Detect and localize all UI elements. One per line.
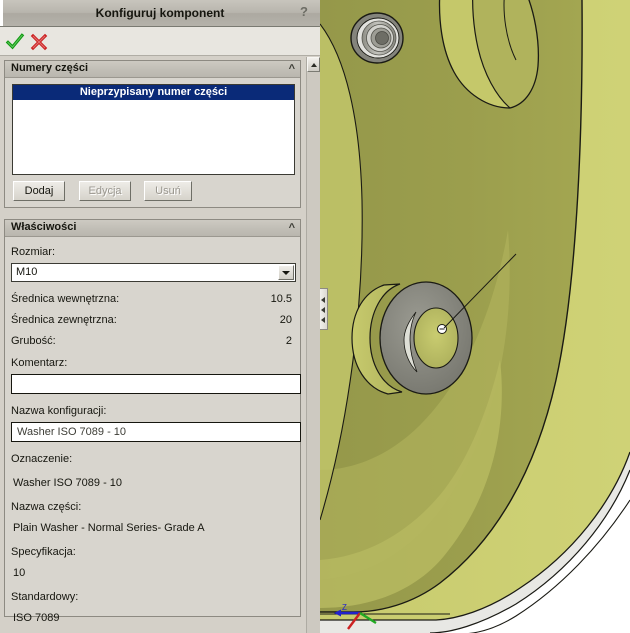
help-icon[interactable]: ?: [295, 3, 313, 21]
part-name-label: Nazwa części:: [11, 501, 82, 513]
delete-part-number-button[interactable]: Usuń: [144, 181, 192, 201]
size-combobox[interactable]: M10: [11, 263, 296, 282]
outer-diameter-value: 20: [279, 314, 292, 326]
green-check-icon: [5, 33, 25, 50]
cancel-button[interactable]: [29, 32, 49, 52]
model-graphics: [320, 0, 630, 633]
accept-cancel-toolbar: [0, 27, 320, 56]
chevron-up-icon[interactable]: ^: [289, 221, 295, 235]
properties-group: Właściwości ^ Rozmiar: M10 Średnica wewn…: [4, 219, 301, 624]
scroll-up-arrow-icon[interactable]: [307, 57, 320, 72]
standard-value: ISO 7089: [13, 612, 60, 624]
part-numbers-title: Numery części: [11, 62, 89, 74]
inner-diameter-label: Średnica wewnętrzna:: [11, 293, 120, 305]
thickness-label: Grubość:: [11, 335, 56, 347]
config-name-value: Washer ISO 7089 - 10: [17, 426, 127, 438]
part-name-value: Plain Washer - Normal Series- Grade A: [13, 522, 205, 534]
accept-button[interactable]: [5, 32, 25, 52]
config-name-label: Nazwa konfiguracji:: [11, 405, 107, 417]
scrollbar-track[interactable]: [307, 72, 320, 633]
chevron-up-icon[interactable]: ^: [289, 62, 295, 76]
properties-header[interactable]: Właściwości ^: [5, 220, 300, 237]
comment-input[interactable]: [11, 374, 301, 394]
size-label: Rozmiar:: [11, 246, 56, 258]
thickness-value: 2: [285, 335, 292, 347]
comment-label: Komentarz:: [11, 357, 68, 369]
size-value: M10: [16, 266, 38, 278]
chevron-down-icon[interactable]: [278, 265, 294, 280]
property-manager-panel: Konfiguruj komponent ? Numery części ^ N…: [0, 0, 320, 633]
page-title: Konfiguruj komponent: [95, 6, 225, 20]
panel-scrollbar[interactable]: [306, 57, 320, 633]
config-name-input[interactable]: Washer ISO 7089 - 10: [11, 422, 301, 442]
threaded-hole-feature: [350, 12, 404, 64]
3d-viewport[interactable]: Z Rozmiar: M10: [320, 0, 630, 633]
designation-label: Oznaczenie:: [11, 453, 73, 465]
inner-diameter-value: 10.5: [270, 293, 292, 305]
specification-value: 10: [13, 567, 26, 579]
coordinate-triad: Z: [326, 601, 396, 631]
washer-component: [351, 281, 473, 395]
designation-value: Washer ISO 7089 - 10: [13, 477, 123, 489]
triad-z-label: Z: [342, 603, 347, 612]
edit-part-number-button[interactable]: Edycja: [79, 181, 131, 201]
part-numbers-group: Numery części ^ Nieprzypisany numer częś…: [4, 60, 301, 208]
list-item[interactable]: Nieprzypisany numer części: [13, 85, 294, 100]
specification-label: Specyfikacja:: [11, 546, 76, 558]
part-numbers-header[interactable]: Numery części ^: [5, 61, 300, 78]
standard-label: Standardowy:: [11, 591, 79, 603]
outer-diameter-label: Średnica zewnętrzna:: [11, 314, 117, 326]
add-part-number-button[interactable]: Dodaj: [13, 181, 65, 201]
properties-title: Właściwości: [11, 221, 77, 233]
window-titlebar: Konfiguruj komponent ?: [0, 0, 320, 27]
configure-component-window: Z Rozmiar: M10: [0, 0, 630, 633]
red-x-icon: [30, 33, 48, 51]
part-numbers-list[interactable]: Nieprzypisany numer części: [12, 84, 295, 175]
